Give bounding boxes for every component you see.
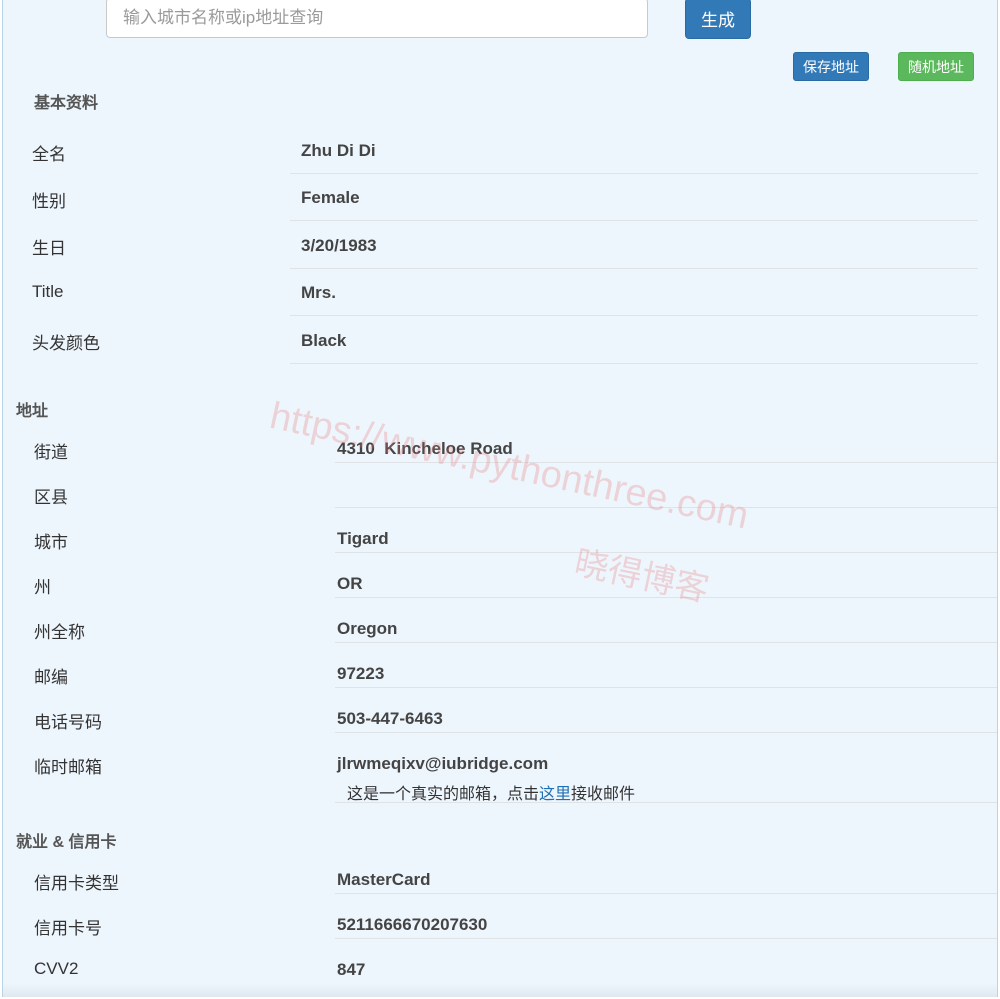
cvv2-value: 847 — [337, 960, 366, 979]
fullname-value: Zhu Di Di — [301, 141, 376, 160]
gender-label: 性别 — [32, 192, 66, 211]
district-label: 区县 — [34, 488, 68, 507]
state-full-label: 州全称 — [34, 623, 85, 642]
save-address-button[interactable]: 保存地址 — [793, 52, 869, 81]
birthday-label: 生日 — [32, 239, 66, 258]
row-divider — [335, 732, 997, 733]
row-divider — [290, 220, 978, 221]
card-number-label: 信用卡号 — [34, 919, 102, 938]
state-label: 州 — [34, 578, 51, 597]
generate-button[interactable]: 生成 — [685, 0, 751, 39]
bottom-shadow — [3, 983, 997, 997]
address-heading: 地址 — [16, 403, 49, 420]
random-address-button[interactable]: 随机地址 — [898, 52, 974, 81]
row-divider — [335, 462, 997, 463]
zipcode-label: 邮编 — [34, 668, 68, 687]
state-value: OR — [337, 574, 363, 593]
city-label: 城市 — [34, 533, 68, 552]
basic-info-heading: 基本资料 — [34, 95, 99, 112]
street-label: 街道 — [34, 443, 68, 462]
row-divider — [335, 687, 997, 688]
email-note: 这是一个真实的邮箱，点击这里接收邮件 — [347, 780, 635, 804]
hair-color-value: Black — [301, 331, 347, 350]
row-divider — [290, 173, 978, 174]
email-note-prefix: 这是一个真实的邮箱，点击 — [347, 786, 540, 803]
cvv2-label: CVV2 — [34, 959, 79, 978]
row-divider — [335, 802, 997, 803]
card-type-label: 信用卡类型 — [34, 874, 119, 893]
card-number-value: 5211666670207630 — [337, 915, 488, 934]
email-note-suffix: 接收邮件 — [571, 786, 636, 803]
row-divider — [290, 363, 978, 364]
title-value: Mrs. — [301, 283, 336, 302]
gender-value: Female — [301, 188, 360, 207]
row-divider — [335, 893, 997, 894]
watermark-name: 晓得博客 — [571, 542, 713, 611]
address-generator-panel: 生成 保存地址 随机地址 基本资料 全名 Zhu Di Di 性别 Female… — [2, 0, 998, 997]
row-divider — [335, 507, 997, 508]
street-value: 4310 Kincheloe Road — [337, 439, 513, 458]
state-full-value: Oregon — [337, 619, 398, 638]
birthday-value: 3/20/1983 — [301, 236, 377, 255]
zipcode-value: 97223 — [337, 664, 385, 683]
row-divider — [335, 552, 997, 553]
row-divider — [290, 268, 978, 269]
temp-email-label: 临时邮箱 — [34, 758, 102, 777]
phone-value: 503-447-6463 — [337, 709, 443, 728]
row-divider — [335, 597, 997, 598]
employment-heading: 就业 & 信用卡 — [16, 834, 117, 851]
city-value: Tigard — [337, 529, 389, 548]
row-divider — [335, 938, 997, 939]
title-label: Title — [32, 282, 64, 301]
temp-email-value: jlrwmeqixv@iubridge.com — [337, 754, 549, 773]
phone-label: 电话号码 — [34, 713, 102, 732]
card-type-value: MasterCard — [337, 870, 431, 889]
row-divider — [290, 315, 978, 316]
row-divider — [335, 642, 997, 643]
hair-color-label: 头发颜色 — [32, 334, 100, 353]
fullname-label: 全名 — [32, 145, 66, 164]
watermark-url: https://www.pythonthree.com — [266, 395, 753, 538]
city-ip-search-input[interactable] — [106, 0, 648, 38]
receive-mail-link[interactable]: 这里 — [539, 786, 571, 803]
